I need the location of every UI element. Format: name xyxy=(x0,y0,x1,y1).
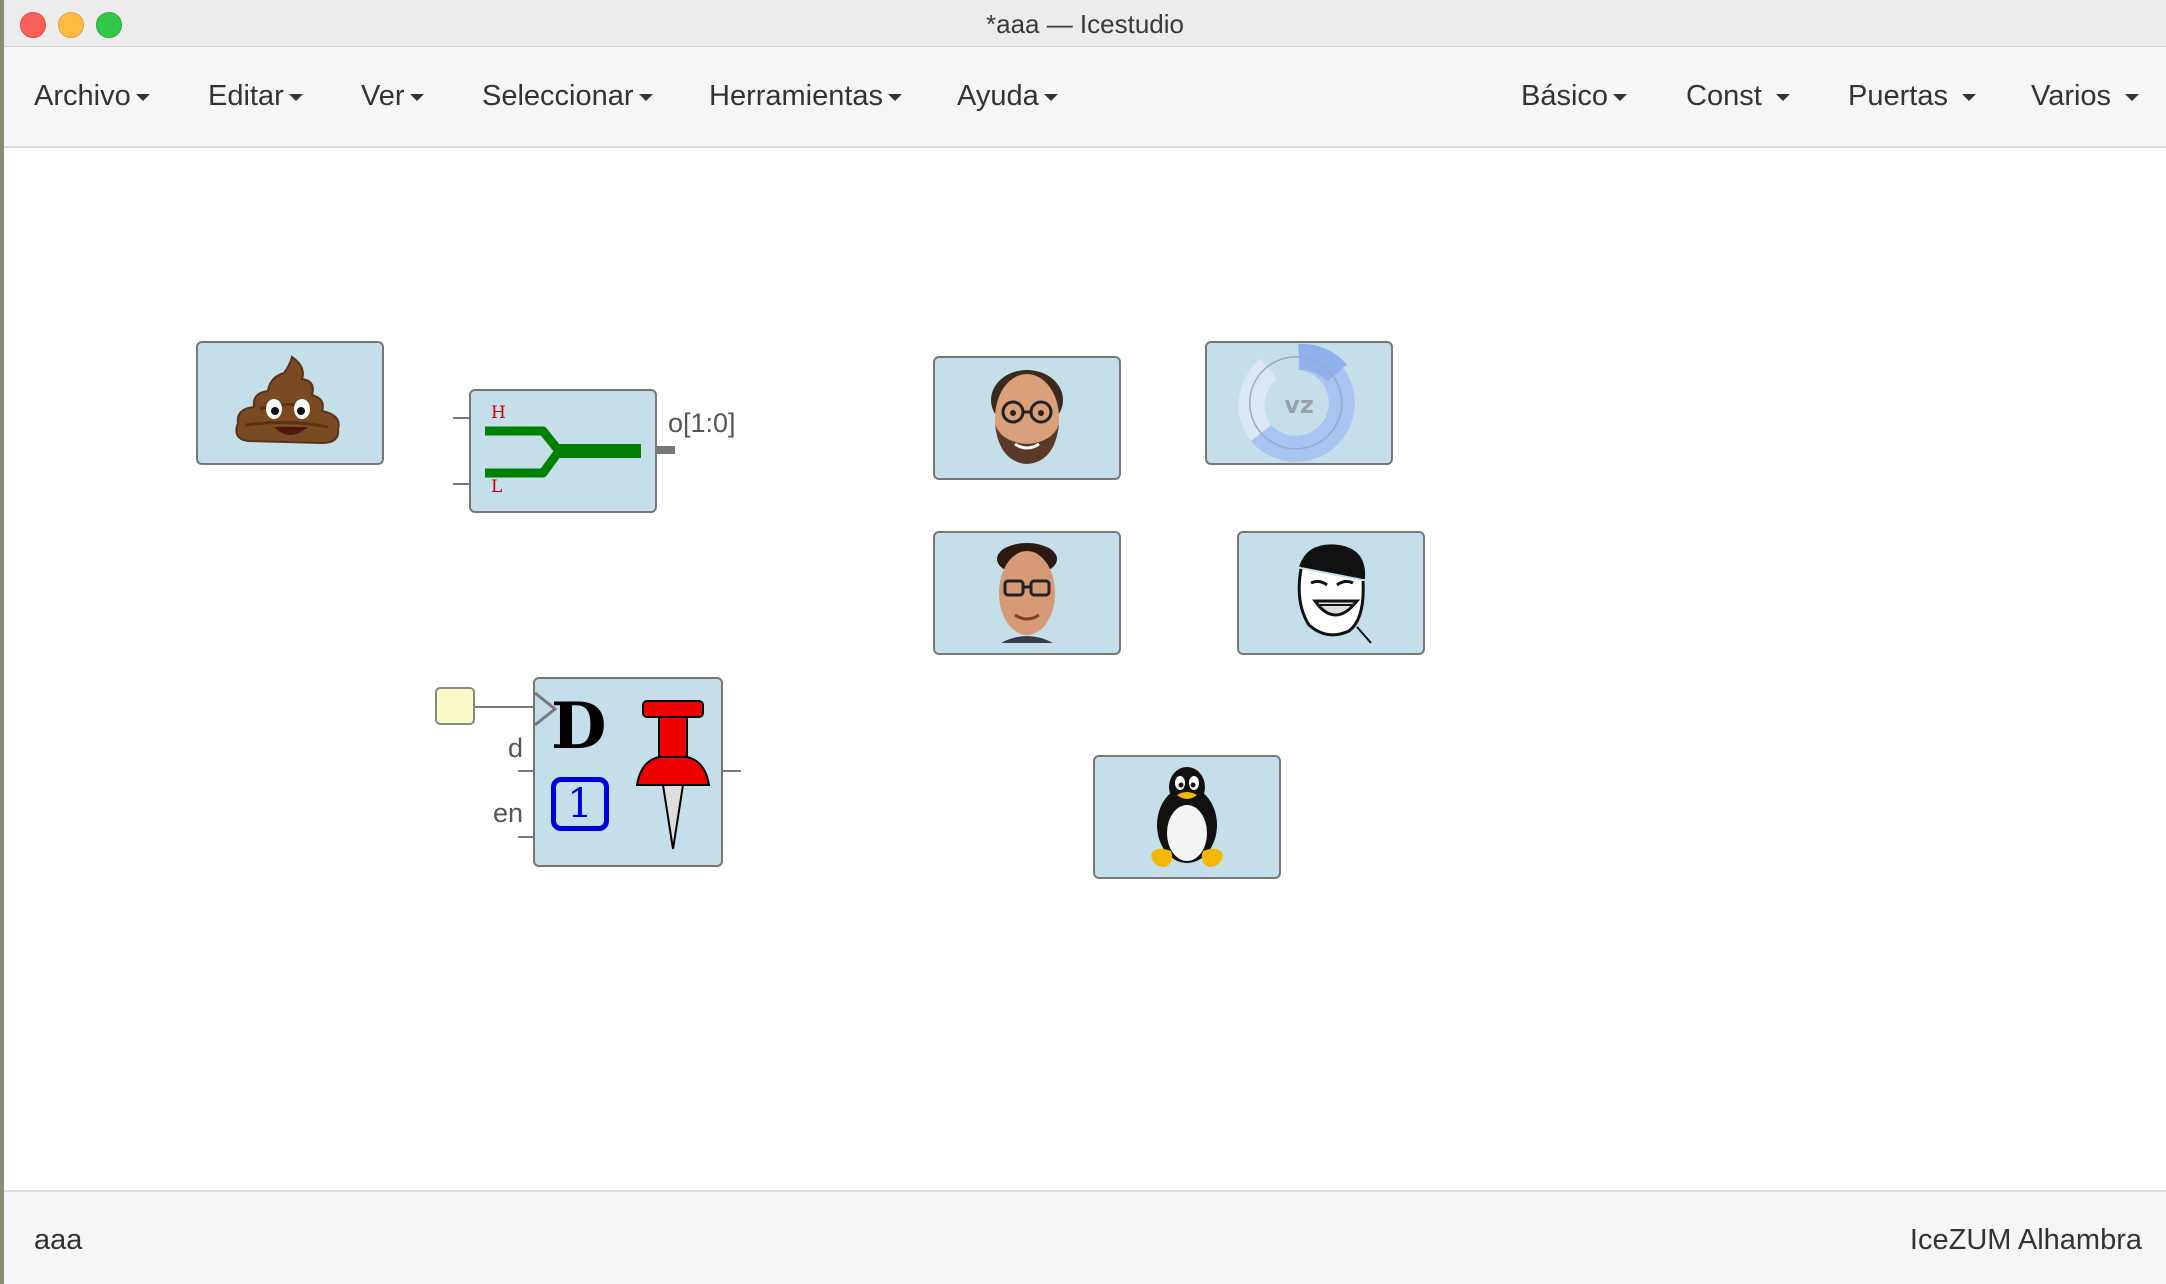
poop-emoji-icon xyxy=(235,355,340,445)
menu-label: Editar xyxy=(208,80,284,112)
app-window: *aaa — Icestudio Archivo Editar Ver Sele… xyxy=(4,0,2166,1284)
low-bit-label: L xyxy=(491,477,503,497)
caret-down-icon xyxy=(1043,93,1058,101)
caret-down-icon xyxy=(888,93,903,101)
dff-letter: D xyxy=(551,689,607,764)
board-selector[interactable]: IceZUM Alhambra xyxy=(1910,1224,2142,1257)
bearded-face-icon xyxy=(991,370,1063,464)
window-title: *aaa — Icestudio xyxy=(985,9,1184,39)
menu-label: Herramientas xyxy=(709,80,884,112)
init-value-box: 1 xyxy=(551,777,609,831)
menu-label: Varios xyxy=(2031,80,2112,112)
menu-label: Puertas xyxy=(1848,80,1948,112)
menu-label: Seleccionar xyxy=(482,80,634,112)
caret-down-icon xyxy=(1961,93,1976,101)
clock-input-port[interactable] xyxy=(435,687,475,725)
output-wire-q xyxy=(723,770,741,772)
menu-varios[interactable]: Varios xyxy=(2031,80,2140,113)
caret-down-icon xyxy=(638,93,653,101)
caret-down-icon xyxy=(2125,93,2140,101)
menu-bar: Archivo Editar Ver Seleccionar Herramien… xyxy=(4,47,2166,148)
caret-down-icon xyxy=(288,93,303,101)
output-bus-wire xyxy=(655,446,675,454)
menu-puertas[interactable]: Puertas xyxy=(1848,80,1976,113)
output-port-label: o[1:0] xyxy=(668,408,736,438)
d-port-label: d xyxy=(508,733,524,763)
puzzle-ring-icon: vz xyxy=(1238,343,1355,462)
menu-label: Const xyxy=(1686,80,1762,112)
caret-down-icon xyxy=(409,93,424,101)
glasses-face-icon xyxy=(997,543,1057,643)
image-block-tux[interactable] xyxy=(1093,755,1281,879)
image-block-puzzle[interactable]: vz xyxy=(1205,341,1393,465)
title-bar: *aaa — Icestudio xyxy=(4,0,2166,47)
high-bit-label: H xyxy=(491,403,506,423)
image-block-face-1[interactable] xyxy=(933,356,1121,480)
image-block-poop[interactable] xyxy=(196,341,384,465)
caret-down-icon xyxy=(1613,93,1628,101)
menu-seleccionar[interactable]: Seleccionar xyxy=(482,80,653,113)
tux-penguin-icon xyxy=(1151,767,1223,867)
bus-combiner-block[interactable]: H L xyxy=(469,389,657,513)
laughing-meme-face-icon xyxy=(1297,544,1372,644)
image-block-face-2[interactable] xyxy=(933,531,1121,655)
status-bar: aaa IceZUM Alhambra xyxy=(4,1190,2166,1284)
menu-ayuda[interactable]: Ayuda xyxy=(957,80,1058,113)
menu-label: Ver xyxy=(361,80,405,112)
menu-ver[interactable]: Ver xyxy=(361,80,424,113)
menu-label: Básico xyxy=(1521,80,1609,112)
menu-basico[interactable]: Básico xyxy=(1521,80,1628,113)
caret-down-icon xyxy=(1775,93,1790,101)
pushpin-icon xyxy=(635,700,711,850)
svg-text:vz: vz xyxy=(1284,391,1314,419)
dff-block[interactable]: D 1 xyxy=(533,677,723,867)
menu-archivo[interactable]: Archivo xyxy=(34,80,150,113)
menu-label: Archivo xyxy=(34,80,131,112)
image-block-meme[interactable] xyxy=(1237,531,1425,655)
en-port-label: en xyxy=(493,798,524,828)
clock-wire xyxy=(475,706,535,708)
caret-down-icon xyxy=(135,93,150,101)
project-name: aaa xyxy=(34,1224,83,1256)
menu-const[interactable]: Const xyxy=(1686,80,1790,113)
menu-herramientas[interactable]: Herramientas xyxy=(709,80,903,113)
design-canvas[interactable]: H L o[1:0] d en D 1 vz xyxy=(4,148,2166,1190)
menu-label: Ayuda xyxy=(957,80,1039,112)
menu-editar[interactable]: Editar xyxy=(208,80,303,113)
